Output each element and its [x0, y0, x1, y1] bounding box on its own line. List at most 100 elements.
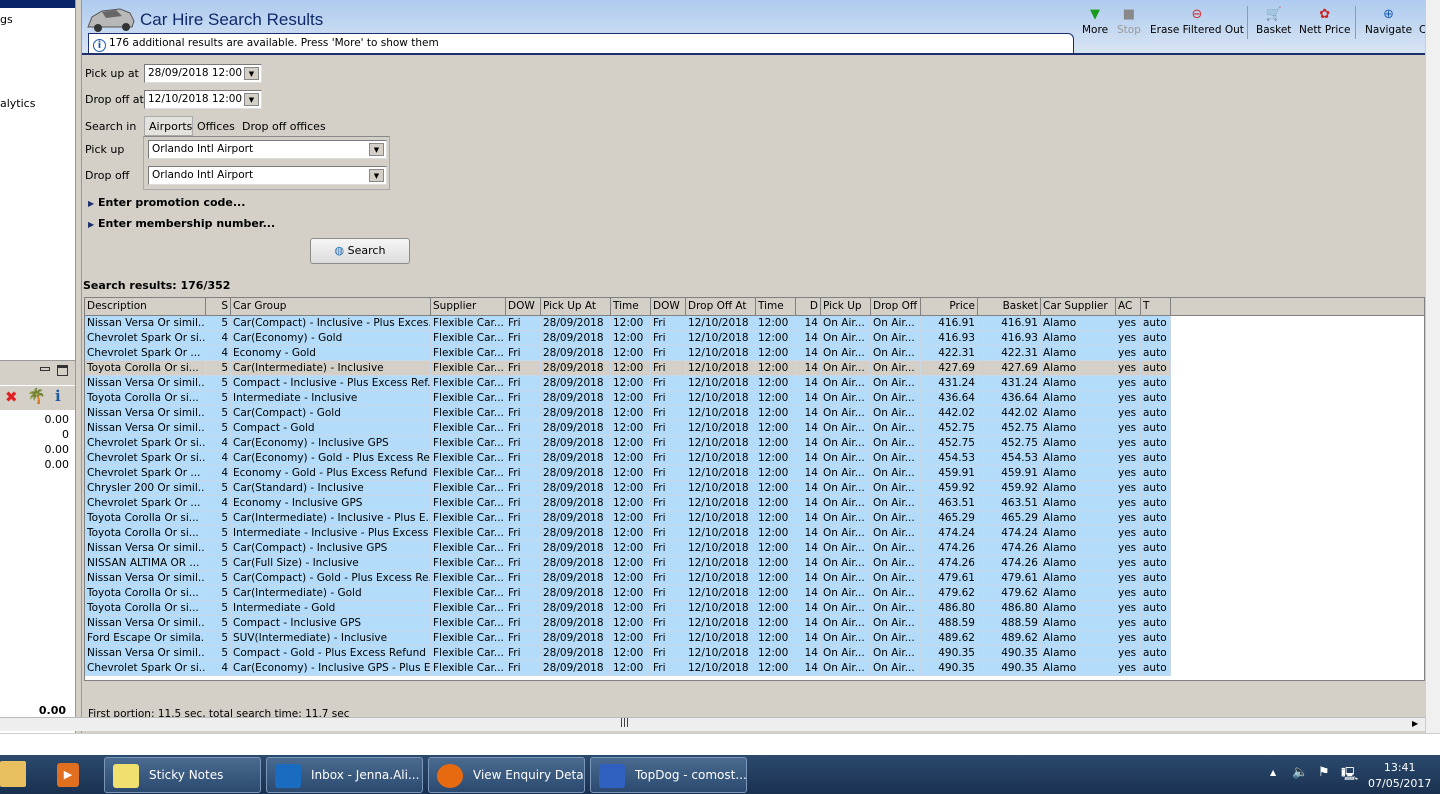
maximize-icon[interactable]: [57, 365, 68, 376]
column-header-days[interactable]: D: [796, 298, 821, 316]
table-row[interactable]: Toyota Corolla Or si... 5 Intermediate - G…: [85, 601, 1171, 616]
table-row[interactable]: Toyota Corolla Or si... 5 Car(Intermediate…: [85, 586, 1171, 601]
membership-number-expander[interactable]: ▶ Enter membership number...: [88, 217, 275, 230]
column-header-dow-pickup[interactable]: DOW: [506, 298, 541, 316]
table-row[interactable]: Chevrolet Spark Or ... 4 Economy - Inclusi…: [85, 496, 1171, 511]
column-header-pickup-at[interactable]: Pick Up At: [541, 298, 611, 316]
table-row[interactable]: NISSAN ALTIMA OR ... 5 Car(Full Size) - In…: [85, 556, 1171, 571]
dropdown-arrow-icon[interactable]: ▼: [369, 143, 384, 156]
column-header-ac[interactable]: AC: [1116, 298, 1141, 316]
cell-transmission: auto: [1141, 556, 1171, 571]
clock[interactable]: 13:41 07/05/2017: [1368, 760, 1431, 792]
erase-filtered-out-button[interactable]: ⊖ Erase Filtered Out: [1150, 6, 1244, 36]
navigate-button[interactable]: ⊕ Navigate: [1365, 6, 1412, 36]
basket-button[interactable]: 🛒 Basket: [1256, 6, 1291, 36]
table-row[interactable]: Nissan Versa Or simil... 5 Car(Compact) - …: [85, 316, 1171, 331]
cell-description: Toyota Corolla Or si...: [85, 511, 206, 526]
cell-basket: 474.26: [978, 541, 1041, 556]
cell-price: 431.24: [921, 376, 978, 391]
media-player-icon[interactable]: ▶: [57, 763, 79, 787]
task-sticky-notes[interactable]: Sticky Notes: [104, 757, 261, 793]
table-row[interactable]: Nissan Versa Or simil... 5 Car(Compact) - …: [85, 406, 1171, 421]
task-outlook[interactable]: Inbox - Jenna.Ali...: [266, 757, 423, 793]
cell-dropoff-at: 12/10/2018: [686, 421, 756, 436]
tab-drop-off-offices[interactable]: Drop off offices: [242, 120, 326, 133]
column-header-supplier[interactable]: Supplier: [431, 298, 506, 316]
dropoff-select[interactable]: Orlando Intl Airport ▼: [148, 166, 387, 185]
action-center-flag-icon[interactable]: ⚑: [1318, 765, 1330, 780]
table-row[interactable]: Chevrolet Spark Or si... 4 Car(Economy) - …: [85, 331, 1171, 346]
task-topdog[interactable]: TopDog - comost...: [590, 757, 747, 793]
table-row[interactable]: Toyota Corolla Or si... 5 Car(Intermediate…: [85, 511, 1171, 526]
table-row[interactable]: Chevrolet Spark Or si... 4 Car(Economy) - …: [85, 451, 1171, 466]
sidebar-item[interactable]: gs: [0, 13, 13, 26]
table-row[interactable]: Chevrolet Spark Or si... 4 Car(Economy) - …: [85, 436, 1171, 451]
cell-transmission: auto: [1141, 421, 1171, 436]
cell-basket: 416.91: [978, 316, 1041, 331]
cell-car-group: Economy - Gold: [231, 346, 431, 361]
table-row[interactable]: Nissan Versa Or simil... 5 Compact - Gold …: [85, 646, 1171, 661]
cell-car-group: Car(Economy) - Gold: [231, 331, 431, 346]
search-button[interactable]: ◍ Search: [310, 238, 410, 264]
dropdown-arrow-icon[interactable]: ▼: [244, 67, 259, 80]
dropdown-arrow-icon[interactable]: ▼: [369, 169, 384, 182]
palm-tree-icon[interactable]: 🌴: [27, 387, 46, 405]
vertical-scrollbar[interactable]: [1425, 0, 1440, 740]
table-row[interactable]: Toyota Corolla Or si... 5 Car(Intermediate…: [85, 361, 1171, 376]
table-row[interactable]: Nissan Versa Or simil... 5 Car(Compact) - …: [85, 541, 1171, 556]
column-header-dropoff-at[interactable]: Drop Off At: [686, 298, 756, 316]
column-header-dow-dropoff[interactable]: DOW: [651, 298, 686, 316]
table-row[interactable]: Toyota Corolla Or si... 5 Intermediate - I…: [85, 391, 1171, 406]
cell-time-pickup: 12:00: [611, 466, 651, 481]
splitter[interactable]: [75, 0, 82, 740]
pickup-select[interactable]: Orlando Intl Airport ▼: [148, 140, 387, 159]
table-row[interactable]: Chrysler 200 Or simil... 5 Car(Standard) -…: [85, 481, 1171, 496]
results-grid[interactable]: Description S Car Group Supplier DOW Pick Up …: [84, 297, 1425, 681]
column-header-description[interactable]: Description: [85, 298, 206, 316]
column-header-price[interactable]: Price: [921, 298, 978, 316]
cell-time-dropoff: 12:00: [756, 571, 796, 586]
dropdown-arrow-icon[interactable]: ▼: [244, 93, 259, 106]
column-header-seats[interactable]: S: [206, 298, 231, 316]
table-row[interactable]: Chevrolet Spark Or ... 4 Economy - Gold Fle…: [85, 346, 1171, 361]
column-header-transmission[interactable]: T: [1141, 298, 1171, 316]
volume-icon[interactable]: 🔈: [1292, 765, 1308, 780]
pickup-at-field[interactable]: 28/09/2018 12:00 ▼: [144, 64, 262, 83]
cell-dow-dropoff: Fri: [651, 631, 686, 646]
info-icon[interactable]: i: [55, 387, 61, 405]
column-header-time-dropoff[interactable]: Time: [756, 298, 796, 316]
task-firefox[interactable]: View Enquiry Deta...: [428, 757, 585, 793]
scroll-right-icon[interactable]: ▶: [1412, 719, 1418, 728]
tab-airports[interactable]: Airports: [144, 116, 193, 136]
tab-offices[interactable]: Offices: [197, 120, 235, 133]
column-header-basket[interactable]: Basket: [978, 298, 1041, 316]
network-icon[interactable]: 🖳: [1341, 765, 1358, 787]
table-row[interactable]: Nissan Versa Or simil... 5 Car(Compact) - …: [85, 571, 1171, 586]
stop-button[interactable]: ■ Stop: [1117, 6, 1141, 36]
promotion-code-expander[interactable]: ▶ Enter promotion code...: [88, 196, 245, 209]
column-header-car-group[interactable]: Car Group: [231, 298, 431, 316]
table-row[interactable]: Chevrolet Spark Or si... 4 Car(Economy) - …: [85, 661, 1171, 676]
table-row[interactable]: Toyota Corolla Or si... 5 Intermediate - I…: [85, 526, 1171, 541]
table-row[interactable]: Nissan Versa Or simil... 5 Compact - Inclu…: [85, 376, 1171, 391]
table-row[interactable]: Chevrolet Spark Or ... 4 Economy - Gold - …: [85, 466, 1171, 481]
column-header-pickup-location[interactable]: Pick Up: [821, 298, 871, 316]
table-row[interactable]: Ford Escape Or simila... 5 SUV(Intermediat…: [85, 631, 1171, 646]
minimize-icon[interactable]: [40, 367, 50, 371]
table-row[interactable]: Nissan Versa Or simil... 5 Compact - Gold F…: [85, 421, 1171, 436]
table-row[interactable]: Nissan Versa Or simil... 5 Compact - Inclu…: [85, 616, 1171, 631]
scroll-grip-icon[interactable]: |||: [620, 718, 629, 728]
file-explorer-icon[interactable]: [0, 761, 26, 787]
column-header-dropoff-location[interactable]: Drop Off: [871, 298, 921, 316]
horizontal-scrollbar[interactable]: ||| ▶: [0, 717, 1425, 731]
more-button[interactable]: ▼ More: [1082, 6, 1108, 36]
column-header-time-pickup[interactable]: Time: [611, 298, 651, 316]
column-header-car-supplier[interactable]: Car Supplier: [1041, 298, 1116, 316]
delete-icon[interactable]: ✖: [5, 388, 18, 406]
show-hidden-icons[interactable]: ▲: [1270, 768, 1276, 777]
nett-price-button[interactable]: ✿ Nett Price: [1299, 6, 1351, 36]
cell-basket: 436.64: [978, 391, 1041, 406]
dropoff-at-field[interactable]: 12/10/2018 12:00 ▼: [144, 90, 262, 109]
sidebar-item[interactable]: alytics: [0, 97, 35, 110]
left-selected-item[interactable]: [0, 0, 75, 8]
